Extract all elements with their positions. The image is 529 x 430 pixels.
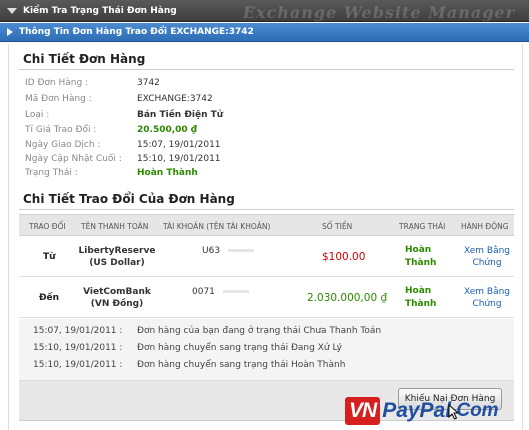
col-amount: Số Tiền	[322, 222, 353, 231]
col-direction: Trao Đổi	[29, 222, 66, 231]
view-proof-link[interactable]: Xem Bằng Chứng	[462, 245, 512, 269]
exchange-detail-heading: Chi Tiết Trao Đổi Của Đơn Hàng	[23, 192, 235, 206]
divider	[19, 69, 514, 70]
header-watermark: Exchange Website Manager	[242, 3, 515, 22]
exchange-table-header: Trao Đổi Tên Thanh Toán Tài Khoản (Tên T…	[19, 214, 514, 236]
field-status: Trạng Thái : Hoàn Thành	[25, 168, 198, 178]
list-item: 15:07, 19/01/2011 : Đơn hàng của bạn đan…	[33, 326, 382, 336]
row-account: 0071	[192, 287, 249, 297]
order-info-title: Thông Tin Đơn Hàng Trao Đổi EXCHANGE:374…	[19, 27, 254, 37]
row-status: Hoàn Thành	[405, 286, 437, 309]
row-direction: Đến	[39, 293, 60, 303]
row-amount: $100.00	[322, 251, 366, 263]
order-panel: Chi Tiết Đơn Hàng ID Đơn Hàng : 3742 Mã …	[8, 44, 523, 430]
divider	[19, 209, 514, 210]
chevron-right-icon	[7, 28, 13, 36]
table-row: Từ LibertyReserve (US Dollar) U63 $100.0…	[19, 237, 514, 277]
list-item: 15:10, 19/01/2011 : Đơn hàng chuyển sang…	[33, 343, 342, 353]
redacted-mark	[222, 290, 249, 293]
mouse-pointer-icon	[448, 404, 460, 420]
row-payment-name: LibertyReserve (US Dollar)	[78, 246, 156, 268]
chevron-down-icon	[7, 7, 17, 14]
row-direction: Từ	[43, 252, 56, 262]
field-exchange-rate: Tỉ Giá Trao Đổi : 20.500,00 ₫	[25, 125, 198, 135]
list-item: 15:10, 19/01/2011 : Đơn hàng chuyển sang…	[33, 360, 346, 370]
field-transaction-date: Ngày Giao Dịch : 15:07, 19/01/2011	[25, 140, 221, 150]
field-order-code: Mã Đơn Hàng : EXCHANGE:3742	[25, 94, 213, 104]
top-header-title: Kiểm Tra Trạng Thái Đơn Hàng	[23, 5, 177, 16]
row-account: U63	[202, 246, 255, 256]
field-last-updated: Ngày Cập Nhật Cuối : 15:10, 19/01/2011	[25, 154, 221, 164]
order-history-log: 15:07, 19/01/2011 : Đơn hàng của bạn đan…	[19, 319, 514, 381]
row-payment-name: VietComBank (VN Đồng)	[83, 287, 151, 309]
col-account: Tài Khoản (Tên Tài Khoản)	[163, 222, 271, 231]
col-action: Hành Động	[461, 222, 509, 231]
field-order-type: Loại : Bán Tiền Điện Tử	[25, 110, 224, 120]
col-payment-name: Tên Thanh Toán	[81, 222, 149, 231]
order-detail-heading: Chi Tiết Đơn Hàng	[23, 52, 146, 66]
view-proof-link[interactable]: Xem Bằng Chứng	[462, 286, 512, 310]
table-row: Đến VietComBank (VN Đồng) 0071 2.030.000…	[19, 278, 514, 318]
col-status: Trạng Thái	[399, 222, 446, 231]
vnpaypal-logo: VN PayPal .Com	[345, 394, 499, 428]
order-info-bar[interactable]: Thông Tin Đơn Hàng Trao Đổi EXCHANGE:374…	[0, 23, 529, 42]
field-order-id: ID Đơn Hàng : 3742	[25, 78, 160, 88]
top-header-bar[interactable]: Kiểm Tra Trạng Thái Đơn Hàng Exchange We…	[0, 0, 529, 22]
redacted-mark	[228, 249, 255, 252]
row-amount: 2.030.000,00 ₫	[307, 292, 388, 304]
row-status: Hoàn Thành	[405, 245, 437, 268]
